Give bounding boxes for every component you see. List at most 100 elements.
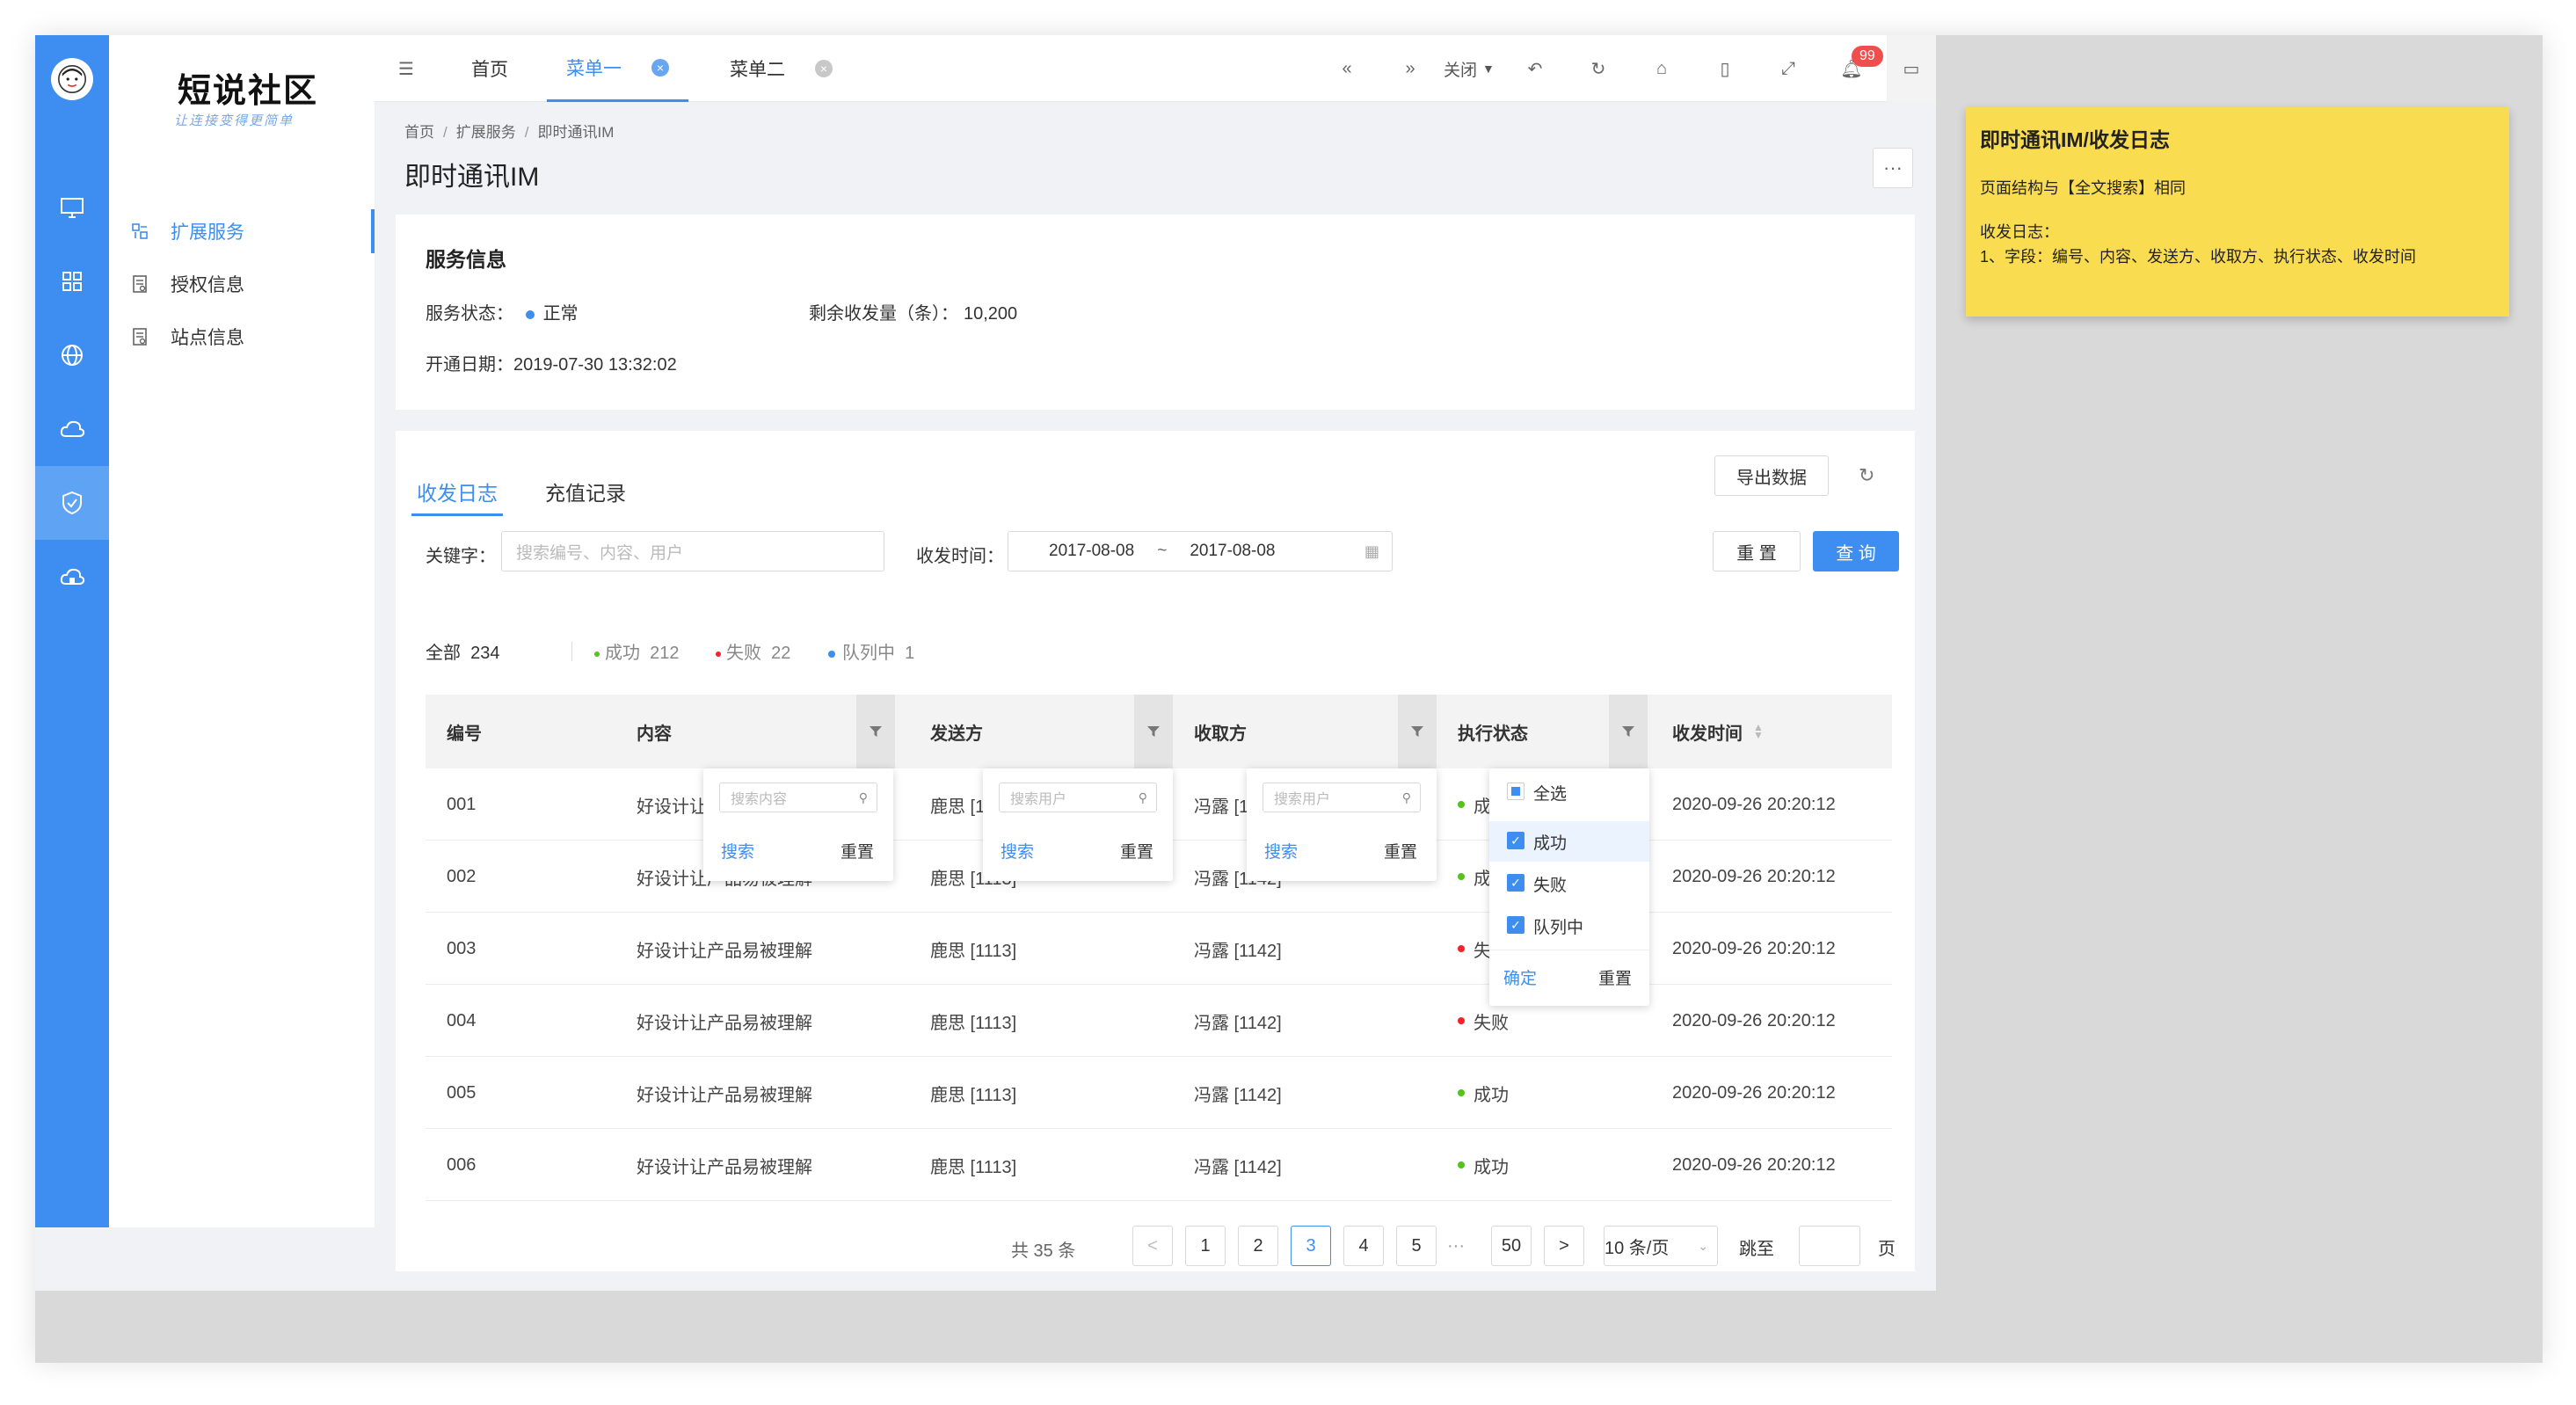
- app-window: 短说社区 让连接变得更简单 扩展服务 授权信息 站点信息 ☰ 首页 菜单一 × …: [35, 35, 1936, 1291]
- page-button[interactable]: 1: [1185, 1226, 1226, 1266]
- tab-send-log[interactable]: 收发日志: [417, 477, 498, 506]
- status-option-checkbox[interactable]: ✓: [1507, 874, 1524, 892]
- receiver-filter-popup: 搜索用户 ⚲ 搜索 重置: [1247, 768, 1437, 881]
- status-option-checkbox[interactable]: ✓: [1507, 832, 1524, 849]
- query-button[interactable]: 查 询: [1813, 531, 1899, 571]
- breadcrumb-item[interactable]: 扩展服务: [456, 124, 516, 141]
- more-button[interactable]: ···: [1873, 148, 1913, 188]
- close-menu-dropdown[interactable]: 关闭 ▼: [1444, 35, 1495, 102]
- refresh-icon[interactable]: ↻: [1586, 56, 1611, 81]
- status-dot: [1458, 1161, 1465, 1168]
- refresh-icon[interactable]: ↻: [1859, 464, 1874, 487]
- sort-icon[interactable]: ▲ ▼: [1753, 722, 1764, 740]
- tab-menu-one[interactable]: 菜单一 ×: [547, 35, 688, 102]
- summary-success[interactable]: 成功 212: [594, 638, 680, 664]
- status-dot: [1458, 1089, 1465, 1096]
- date-range-picker[interactable]: 2017-08-08 ~ 2017-08-08 ▦: [1008, 531, 1393, 571]
- filter-icon[interactable]: [1134, 695, 1173, 768]
- keyword-input[interactable]: 搜索编号、内容、用户: [501, 531, 884, 571]
- filter-icon[interactable]: [1398, 695, 1437, 768]
- sidebar-item-license[interactable]: 授权信息: [109, 262, 375, 306]
- note-line: 1、字段：编号、内容、发送方、收取方、执行状态、收发时间: [1980, 248, 2417, 266]
- monitor-icon[interactable]: [35, 171, 109, 244]
- sender-filter-popup: 搜索用户 ⚲ 搜索 重置: [983, 768, 1173, 881]
- laptop-icon[interactable]: ▭: [1887, 35, 1936, 102]
- notification-badge: 99: [1852, 46, 1883, 67]
- sidebar-item-label: 站点信息: [171, 328, 244, 348]
- status-dot: [1458, 801, 1465, 808]
- scroll-right-icon[interactable]: »: [1398, 56, 1423, 81]
- column-sender: 发送方: [930, 724, 983, 744]
- cloud-home-icon[interactable]: [35, 540, 109, 614]
- receiver-search-input[interactable]: 搜索用户 ⚲: [1263, 783, 1421, 812]
- summary-all[interactable]: 全部 234: [426, 638, 500, 664]
- breadcrumb-item[interactable]: 首页: [404, 124, 434, 141]
- summary-queue[interactable]: 队列中 1: [828, 638, 914, 664]
- tab-recharge-record[interactable]: 充值记录: [545, 477, 626, 506]
- brand-tagline: 让连接变得更简单: [174, 113, 295, 128]
- filter-reset-button[interactable]: 重置: [840, 839, 874, 863]
- filter-reset-button[interactable]: 重置: [1384, 839, 1417, 863]
- filter-search-button[interactable]: 搜索: [721, 839, 754, 863]
- next-page-button[interactable]: >: [1544, 1226, 1584, 1266]
- sidebar-item-site[interactable]: 站点信息: [109, 315, 375, 359]
- filter-search-button[interactable]: 搜索: [1001, 839, 1034, 863]
- home-icon[interactable]: ⌂: [1649, 56, 1674, 81]
- filter-icon[interactable]: [1609, 695, 1648, 768]
- avatar[interactable]: [51, 58, 93, 100]
- active-tab-indicator: [411, 513, 503, 516]
- jump-page-input[interactable]: [1799, 1226, 1860, 1266]
- column-content: 内容: [637, 724, 672, 744]
- reset-button[interactable]: 重 置: [1713, 531, 1801, 571]
- select-all-checkbox[interactable]: [1507, 783, 1524, 800]
- sender-search-input[interactable]: 搜索用户 ⚲: [999, 783, 1157, 812]
- globe-icon[interactable]: [35, 318, 109, 392]
- column-time[interactable]: 收发时间 ▲ ▼: [1672, 695, 1764, 768]
- mobile-icon[interactable]: ▯: [1713, 56, 1737, 81]
- filter-reset-button[interactable]: 重置: [1120, 839, 1153, 863]
- chevron-down-icon: ⌄: [1698, 1238, 1708, 1253]
- prev-page-button[interactable]: <: [1132, 1226, 1173, 1266]
- scroll-left-icon[interactable]: «: [1335, 56, 1359, 81]
- table-row: 003 好设计让产品易被理解 鹿思 [1113] 冯露 [1142] 失败 20…: [426, 913, 1892, 985]
- table-row: 006 好设计让产品易被理解 鹿思 [1113] 冯露 [1142] 成功 20…: [426, 1129, 1892, 1201]
- status-dot: [1458, 1017, 1465, 1024]
- page-button-current[interactable]: 3: [1291, 1226, 1331, 1266]
- grid-icon[interactable]: [35, 244, 109, 318]
- fullscreen-icon[interactable]: ⤢: [1776, 56, 1801, 81]
- sidebar-item-extensions[interactable]: 扩展服务: [109, 209, 375, 253]
- export-button[interactable]: 导出数据: [1714, 455, 1829, 496]
- page-button[interactable]: 2: [1238, 1226, 1278, 1266]
- search-icon: ⚲: [1138, 790, 1147, 804]
- keyword-label: 关键字：: [426, 547, 496, 566]
- document-icon: [133, 275, 147, 293]
- summary-fail[interactable]: 失败 22: [716, 638, 790, 664]
- filter-reset-button[interactable]: 重置: [1598, 965, 1632, 989]
- filter-icon[interactable]: [856, 695, 895, 768]
- status-dot: [525, 309, 535, 319]
- calendar-icon: ▦: [1364, 542, 1379, 560]
- content-search-input[interactable]: 搜索内容 ⚲: [719, 783, 877, 812]
- status-dot: [1458, 873, 1465, 880]
- tab-menu-two[interactable]: 菜单二 ×: [730, 35, 833, 102]
- page-button[interactable]: 4: [1343, 1226, 1384, 1266]
- close-icon[interactable]: ×: [651, 58, 669, 76]
- close-icon[interactable]: ×: [815, 60, 833, 77]
- page-button[interactable]: 5: [1396, 1226, 1437, 1266]
- page-size-select[interactable]: 10 条/页 ⌄: [1604, 1226, 1718, 1266]
- filter-confirm-button[interactable]: 确定: [1503, 965, 1537, 989]
- shield-check-icon[interactable]: [35, 466, 109, 540]
- avatar-face-icon: [58, 65, 86, 93]
- sidebar: 短说社区 让连接变得更简单 扩展服务 授权信息 站点信息: [109, 35, 375, 1227]
- menu-fold-icon[interactable]: ☰: [394, 56, 418, 81]
- service-status: 服务状态： 正常: [426, 304, 579, 324]
- tab-home[interactable]: 首页: [471, 35, 508, 102]
- top-tab-bar: ☰ 首页 菜单一 × 菜单二 × « » 关闭 ▼ ↶ ↻ ⌂ ▯ ⤢ 🔔︎ 9…: [375, 35, 1936, 102]
- undo-icon[interactable]: ↶: [1523, 56, 1547, 81]
- content-filter-popup: 搜索内容 ⚲ 搜索 重置: [703, 768, 893, 881]
- page-button[interactable]: 50: [1491, 1226, 1532, 1266]
- status-option-checkbox[interactable]: ✓: [1507, 916, 1524, 934]
- pagination-ellipsis[interactable]: ···: [1447, 1236, 1465, 1256]
- cloud-icon[interactable]: [35, 392, 109, 466]
- filter-search-button[interactable]: 搜索: [1264, 839, 1298, 863]
